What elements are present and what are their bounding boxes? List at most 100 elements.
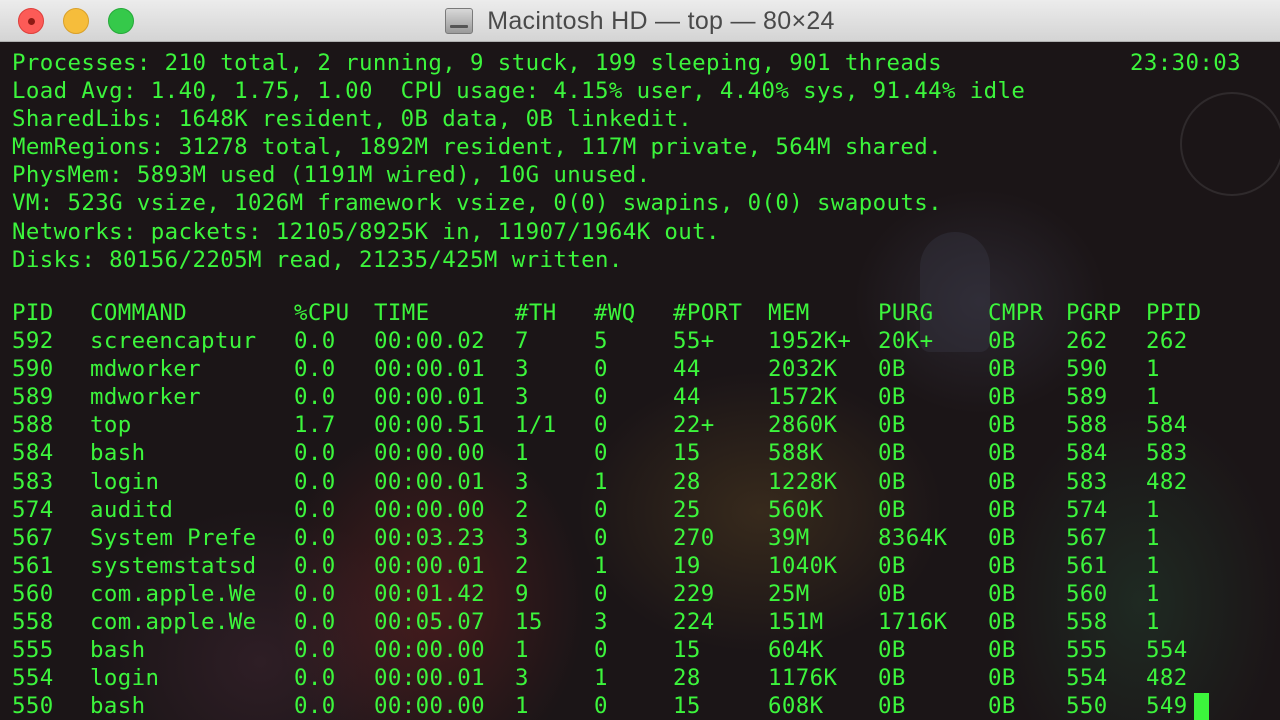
summary-load-avg: Load Avg: 1.40, 1.75, 1.00 CPU usage: 4.… (12, 78, 1026, 105)
table-body: 592 screencaptur 0.0 00:00.02 7 5 55+ 1952K+ 20K… (12, 327, 1280, 720)
cell-time: 00:00.01 (374, 356, 486, 383)
cell-ports: 19 (673, 552, 701, 579)
cell-ppid: 1 (1146, 552, 1160, 579)
cell-time: 00:00.01 (374, 552, 486, 579)
cell-threads: 3 (515, 384, 529, 411)
column-header-cmpr: CMPR (988, 300, 1044, 326)
summary-sharedlibs: SharedLibs: 1648K resident, 0B data, 0B … (12, 106, 693, 133)
cell-wq: 0 (594, 412, 608, 439)
cell-wq: 3 (594, 609, 608, 636)
table-row: 592 screencaptur 0.0 00:00.02 7 5 55+ 1952K+ 20K… (12, 327, 1280, 355)
cell-threads: 3 (515, 524, 529, 551)
cell-pid: 584 (12, 440, 54, 467)
cell-purg: 1716K (878, 609, 948, 636)
cell-ports: 15 (673, 693, 701, 720)
clock: 23:30:03 (1130, 50, 1242, 76)
cell-ports: 15 (673, 440, 701, 467)
cell-pgrp: 574 (1066, 496, 1108, 523)
cell-mem: 560K (768, 496, 824, 523)
cell-mem: 588K (768, 440, 824, 467)
cell-purg: 0B (878, 356, 906, 383)
cell-ppid: 584 (1146, 412, 1188, 439)
cell-command: bash (90, 440, 146, 467)
cell-threads: 2 (515, 552, 529, 579)
cell-mem: 1040K (768, 552, 838, 579)
cell-threads: 1/1 (515, 412, 557, 439)
cell-ppid: 583 (1146, 440, 1188, 467)
cell-purg: 0B (878, 384, 906, 411)
cell-time: 00:00.01 (374, 468, 486, 495)
cell-mem: 604K (768, 637, 824, 664)
cell-ports: 224 (673, 609, 715, 636)
window-title: Macintosh HD — top — 80×24 (487, 6, 835, 35)
summary-physmem: PhysMem: 5893M used (1191M wired), 10G u… (12, 162, 651, 189)
cell-cpu: 0.0 (294, 552, 336, 579)
cell-command: com.apple.We (90, 580, 257, 607)
cell-command: bash (90, 693, 146, 720)
cell-cpu: 0.0 (294, 580, 336, 607)
cell-threads: 1 (515, 693, 529, 720)
terminal-content[interactable]: Processes: 210 total, 2 running, 9 stuck… (0, 42, 1280, 720)
column-header-time: TIME (374, 300, 430, 326)
cell-pgrp: 560 (1066, 580, 1108, 607)
cell-purg: 0B (878, 412, 906, 439)
cell-purg: 0B (878, 552, 906, 579)
cell-cpu: 0.0 (294, 356, 336, 383)
cell-cmpr: 0B (988, 496, 1016, 523)
table-row: 555 bash 0.0 00:00.00 1 0 15 604K 0B 0B 555 554 (12, 636, 1280, 664)
cell-ppid: 1 (1146, 609, 1160, 636)
cell-wq: 0 (594, 580, 608, 607)
cell-ports: 229 (673, 580, 715, 607)
cell-cmpr: 0B (988, 440, 1016, 467)
cell-cmpr: 0B (988, 580, 1016, 607)
cell-purg: 0B (878, 637, 906, 664)
terminal-window: Macintosh HD — top — 80×24 Processes: 21… (0, 0, 1280, 720)
cell-pgrp: 567 (1066, 524, 1108, 551)
cell-cmpr: 0B (988, 609, 1016, 636)
process-table: PID COMMAND %CPU TIME #TH #WQ #PORT MEM PURG CMPR… (12, 299, 1280, 720)
cell-mem: 39M (768, 524, 810, 551)
cell-cpu: 0.0 (294, 384, 336, 411)
cell-ports: 28 (673, 468, 701, 495)
summary-processes: Processes: 210 total, 2 running, 9 stuck… (12, 50, 942, 76)
column-header-cpu: %CPU (294, 300, 350, 326)
summary-networks: Networks: packets: 12105/8925K in, 11907… (12, 218, 720, 245)
cell-wq: 0 (594, 496, 608, 523)
cell-command: mdworker (90, 356, 202, 383)
column-header-wq: #WQ (594, 300, 636, 326)
cell-time: 00:00.51 (374, 412, 486, 439)
cell-threads: 9 (515, 580, 529, 607)
cell-cpu: 0.0 (294, 524, 336, 551)
cell-wq: 1 (594, 552, 608, 579)
cell-cmpr: 0B (988, 384, 1016, 411)
cell-purg: 20K+ (878, 328, 934, 355)
cell-pgrp: 583 (1066, 468, 1108, 495)
cell-pgrp: 561 (1066, 552, 1108, 579)
column-header-command: COMMAND (90, 300, 188, 326)
cell-ppid: 1 (1146, 524, 1160, 551)
cell-ports: 44 (673, 384, 701, 411)
cell-ports: 25 (673, 496, 701, 523)
cell-cmpr: 0B (988, 693, 1016, 720)
cell-time: 00:00.00 (374, 637, 486, 664)
cell-pid: 558 (12, 609, 54, 636)
cell-pid: 554 (12, 665, 54, 692)
cell-pgrp: 590 (1066, 356, 1108, 383)
cell-pid: 589 (12, 384, 54, 411)
cell-purg: 8364K (878, 524, 948, 551)
cell-pgrp: 555 (1066, 637, 1108, 664)
cell-command: login (90, 665, 160, 692)
cell-wq: 0 (594, 637, 608, 664)
cell-ports: 44 (673, 356, 701, 383)
cell-command: systemstatsd (90, 552, 257, 579)
cell-time: 00:03.23 (374, 524, 486, 551)
table-row: 574 auditd 0.0 00:00.00 2 0 25 560K 0B 0B 574 1 (12, 496, 1280, 524)
cell-wq: 1 (594, 665, 608, 692)
cell-pid: 550 (12, 693, 54, 720)
title-bar[interactable]: Macintosh HD — top — 80×24 (0, 0, 1280, 42)
cell-mem: 2860K (768, 412, 838, 439)
table-header-row: PID COMMAND %CPU TIME #TH #WQ #PORT MEM PURG CMPR… (12, 299, 1280, 327)
cell-ppid: 1 (1146, 580, 1160, 607)
cell-command: top (90, 412, 132, 439)
table-row: 561 systemstatsd 0.0 00:00.01 2 1 19 1040K 0B 0B 5… (12, 552, 1280, 580)
